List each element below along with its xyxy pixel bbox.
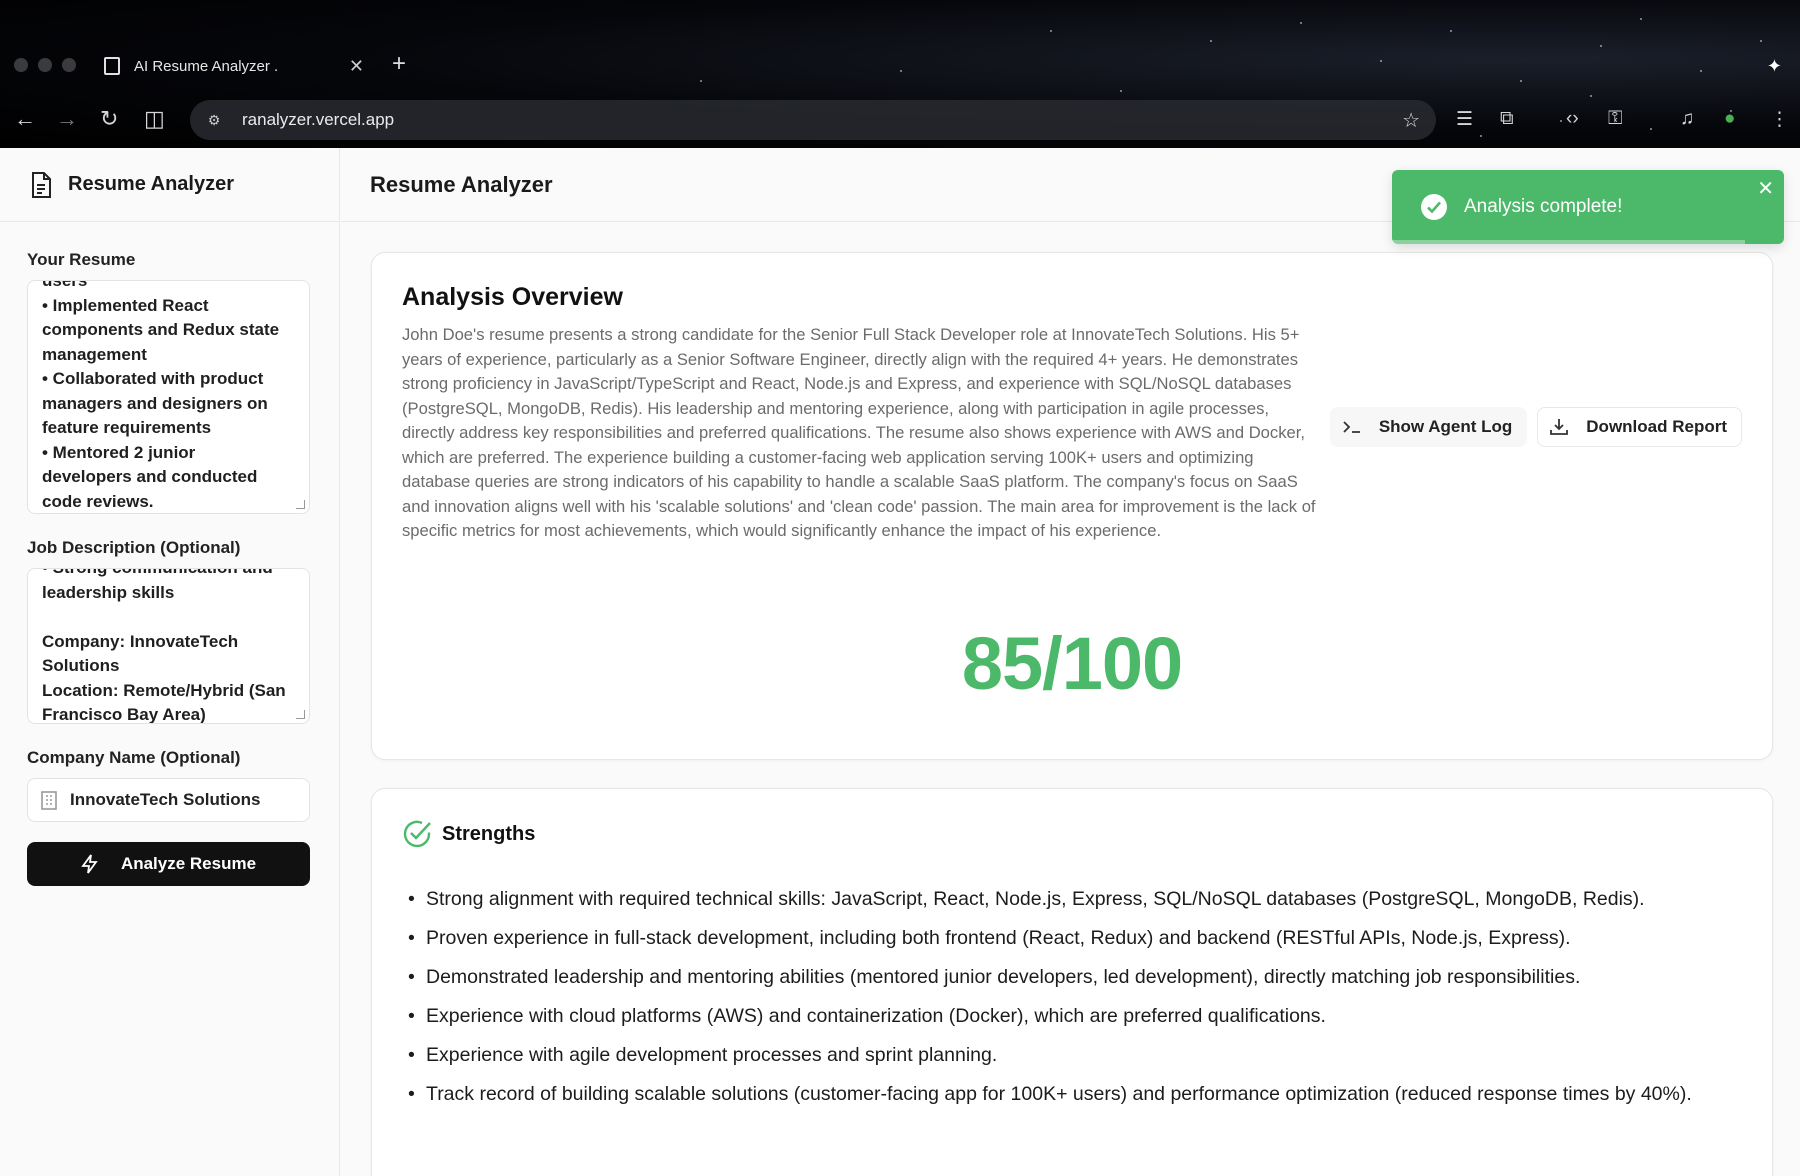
new-tab-icon[interactable]: + xyxy=(392,50,406,78)
job-line xyxy=(42,605,295,630)
bookmark-star-icon[interactable]: ☆ xyxy=(1402,108,1420,133)
resize-handle[interactable] xyxy=(296,500,305,509)
lightning-icon xyxy=(81,854,98,874)
building-icon xyxy=(41,791,57,810)
list-item: Strong alignment with required technical… xyxy=(402,885,1752,914)
forward-icon[interactable]: → xyxy=(56,106,78,132)
address-bar[interactable]: ⚙ ranalyzer.vercel.app ☆ xyxy=(190,100,1436,140)
resume-line: components and Redux state xyxy=(42,320,280,339)
job-line: Location: Remote/Hybrid (San xyxy=(42,680,286,700)
site-settings-icon[interactable]: ⚙ xyxy=(194,112,234,129)
job-line: Solutions xyxy=(42,656,120,675)
check-circle-icon xyxy=(1421,194,1447,220)
list-item: Demonstrated leadership and mentoring ab… xyxy=(402,963,1752,992)
resume-line: • Mentored 2 junior xyxy=(42,442,196,462)
overview-actions: Show Agent Log Download Report xyxy=(1329,407,1742,447)
strengths-header: Strengths xyxy=(402,819,535,849)
strengths-list: Strong alignment with required technical… xyxy=(402,885,1752,1119)
download-report-button[interactable]: Download Report xyxy=(1537,407,1742,447)
document-icon xyxy=(104,57,120,75)
close-tab-icon[interactable]: ✕ xyxy=(349,56,364,77)
resume-line: • Implemented React xyxy=(42,295,209,315)
list-item: Proven experience in full-stack developm… xyxy=(402,924,1752,953)
browser-menu-icon[interactable]: ⋮ xyxy=(1770,108,1789,131)
company-name-input[interactable]: InnovateTech Solutions xyxy=(27,778,310,822)
browser-chrome: AI Resume Analyzer . ✕ + ← → ↻ ◫ ⚙ ranal… xyxy=(0,0,1800,148)
media-queue-icon[interactable]: ♫ xyxy=(1680,108,1694,130)
resume-line: code reviews. xyxy=(42,491,154,511)
page-title: Resume Analyzer xyxy=(370,171,553,197)
resume-line: feature requirements xyxy=(42,418,212,437)
job-description-label: Job Description (Optional) xyxy=(27,538,241,557)
resume-line: • Collaborated with product xyxy=(42,369,264,388)
sidebar-title: Resume Analyzer xyxy=(68,173,234,195)
success-toast: Analysis complete! ✕ xyxy=(1392,170,1784,244)
resume-line: managers and designers on xyxy=(42,393,268,413)
resume-label: Your Resume xyxy=(27,250,136,269)
job-line: leadership skills xyxy=(42,582,175,602)
tab-title: AI Resume Analyzer . xyxy=(134,57,279,75)
analyze-resume-label: Analyze Resume xyxy=(120,854,257,873)
back-icon[interactable]: ← xyxy=(14,106,36,132)
split-view-icon[interactable]: ◫ xyxy=(144,106,165,132)
sidebar: Resume Analyzer Your Resume users • Impl… xyxy=(0,148,340,1176)
strengths-title: Strengths xyxy=(442,822,536,845)
job-line: Francisco Bay Area) xyxy=(42,705,206,724)
close-toast-icon[interactable]: ✕ xyxy=(1757,176,1774,201)
devtools-icon[interactable]: ‹› xyxy=(1566,108,1579,130)
download-icon xyxy=(1550,419,1569,435)
resume-line: users xyxy=(42,280,88,290)
resume-score: 85/100 xyxy=(961,622,1183,705)
company-name-value: InnovateTech Solutions xyxy=(70,790,261,809)
document-icon xyxy=(32,171,51,198)
toast-message: Analysis complete! xyxy=(1464,196,1623,217)
analysis-overview-card: Analysis Overview John Doe's resume pres… xyxy=(371,252,1773,760)
reload-icon[interactable]: ↻ xyxy=(100,106,118,132)
download-report-label: Download Report xyxy=(1586,417,1727,436)
strengths-card: Strengths Strong alignment with required… xyxy=(371,788,1773,1176)
list-item: Experience with cloud platforms (AWS) an… xyxy=(402,1002,1752,1031)
resume-line: management xyxy=(42,344,147,364)
overview-summary: John Doe's resume presents a strong cand… xyxy=(402,325,1316,540)
main-content: Resume Analyzer Analysis Overview John D… xyxy=(341,148,1800,1176)
show-agent-log-button[interactable]: Show Agent Log xyxy=(1329,407,1528,447)
show-agent-log-label: Show Agent Log xyxy=(1378,417,1513,436)
reading-list-icon[interactable]: ☰ xyxy=(1456,108,1473,131)
analyze-resume-button[interactable]: Analyze Resume xyxy=(27,842,310,886)
job-line: • Strong communication and xyxy=(42,569,295,581)
resume-line: developers and conducted xyxy=(42,467,258,486)
job-description-textarea[interactable]: • Strong communication and leadership sk… xyxy=(27,568,310,724)
browser-tab[interactable]: AI Resume Analyzer . ✕ xyxy=(92,46,378,86)
company-name-label: Company Name (Optional) xyxy=(27,748,241,767)
list-item: Track record of building scalable soluti… xyxy=(402,1080,1752,1109)
resize-handle[interactable] xyxy=(296,710,305,719)
list-item: Experience with agile development proces… xyxy=(402,1041,1752,1070)
terminal-icon xyxy=(1343,421,1360,433)
profile-avatar-icon[interactable]: ● xyxy=(1724,108,1735,130)
job-line: Company: InnovateTech xyxy=(42,631,239,651)
window-controls[interactable] xyxy=(14,58,76,72)
password-key-icon[interactable]: ⚿ xyxy=(1608,108,1622,130)
check-circle-icon xyxy=(403,820,431,848)
toast-progress-bar xyxy=(1392,240,1745,244)
overview-title: Analysis Overview xyxy=(402,283,623,311)
navigation-bar: ← → ↻ ◫ ⚙ ranalyzer.vercel.app ☆ ☰ ⧉ ‹› … xyxy=(0,100,1800,140)
extensions-icon[interactable]: ⧉ xyxy=(1500,108,1514,130)
app-window: Resume Analyzer Your Resume users • Impl… xyxy=(0,148,1800,1176)
url-text: ranalyzer.vercel.app xyxy=(242,110,395,129)
resume-textarea[interactable]: users • Implemented React components and… xyxy=(27,280,310,514)
sidebar-header: Resume Analyzer xyxy=(0,148,339,222)
sparkle-icon[interactable]: ✦ xyxy=(1767,56,1782,77)
